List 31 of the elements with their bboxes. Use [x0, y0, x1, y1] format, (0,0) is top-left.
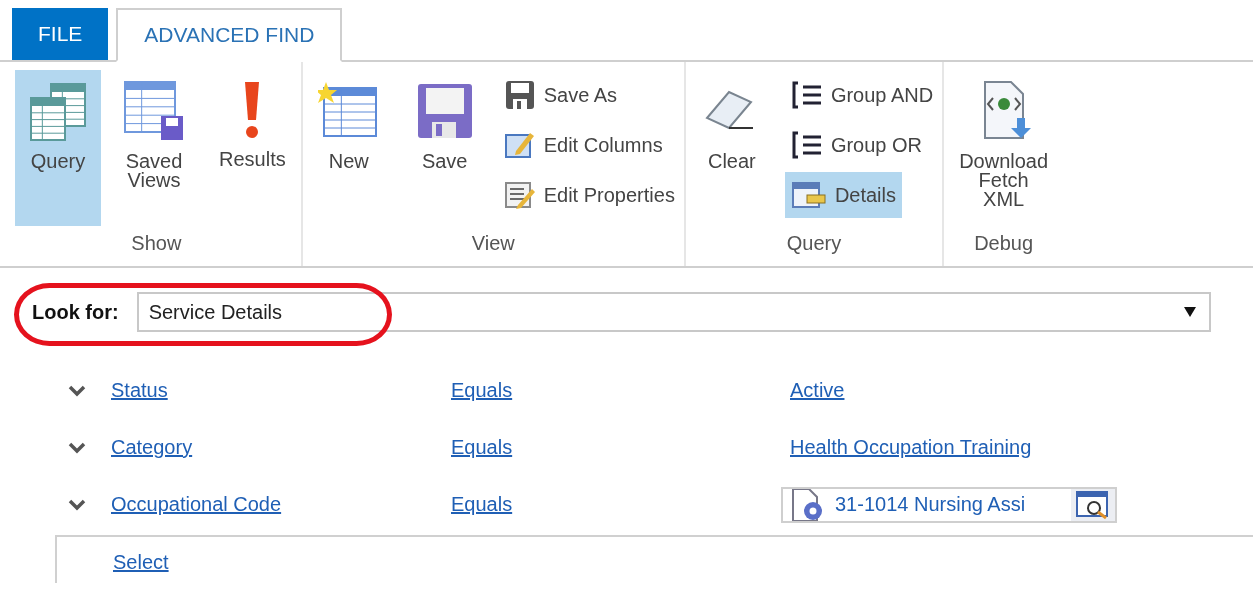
ribbon-button[interactable]: Save As	[497, 72, 624, 118]
look-for-label: Look for:	[32, 300, 119, 324]
ribbon-button[interactable]: Query	[15, 70, 101, 226]
field-link[interactable]: Status	[111, 379, 168, 401]
entity-dropdown[interactable]: Service Details	[136, 292, 1211, 332]
file-menu-tab[interactable]: FILE	[12, 8, 109, 60]
ribbon-button[interactable]: Edit Columns	[497, 122, 669, 168]
ribbon-button[interactable]: Clear	[688, 70, 775, 226]
value-link[interactable]: Active	[790, 379, 845, 401]
ribbon-button[interactable]: Edit Properties	[497, 172, 681, 218]
group-label: Show	[130, 232, 183, 256]
ribbon-button[interactable]: Results	[207, 70, 298, 226]
value-link[interactable]: Health Occupation Training	[790, 436, 1032, 458]
group-label: Query	[785, 232, 843, 256]
ribbon-button[interactable]: Group AND	[784, 72, 940, 118]
ribbon-button[interactable]: Save	[401, 70, 488, 226]
field-link[interactable]: Occupational Code	[111, 493, 282, 515]
operator-link[interactable]: Equals	[451, 436, 513, 458]
ribbon-button[interactable]: Group OR	[784, 122, 929, 168]
select-link[interactable]: Select	[113, 551, 169, 573]
operator-link[interactable]: Equals	[451, 379, 513, 401]
group-label: Debug	[973, 232, 1035, 256]
ribbon-button[interactable]: New	[305, 70, 392, 226]
ribbon-tab[interactable]: ADVANCED FIND	[116, 8, 343, 62]
group-label: View	[470, 232, 516, 256]
ribbon-button[interactable]: Saved Views	[111, 70, 197, 226]
ribbon-button[interactable]: Details	[784, 172, 902, 218]
lookup-field[interactable]: 31-1014 Nursing Assi	[781, 486, 1117, 523]
operator-link[interactable]: Equals	[451, 493, 513, 515]
field-link[interactable]: Category	[111, 436, 193, 458]
ribbon-button[interactable]: Download Fetch XML	[947, 70, 1061, 226]
